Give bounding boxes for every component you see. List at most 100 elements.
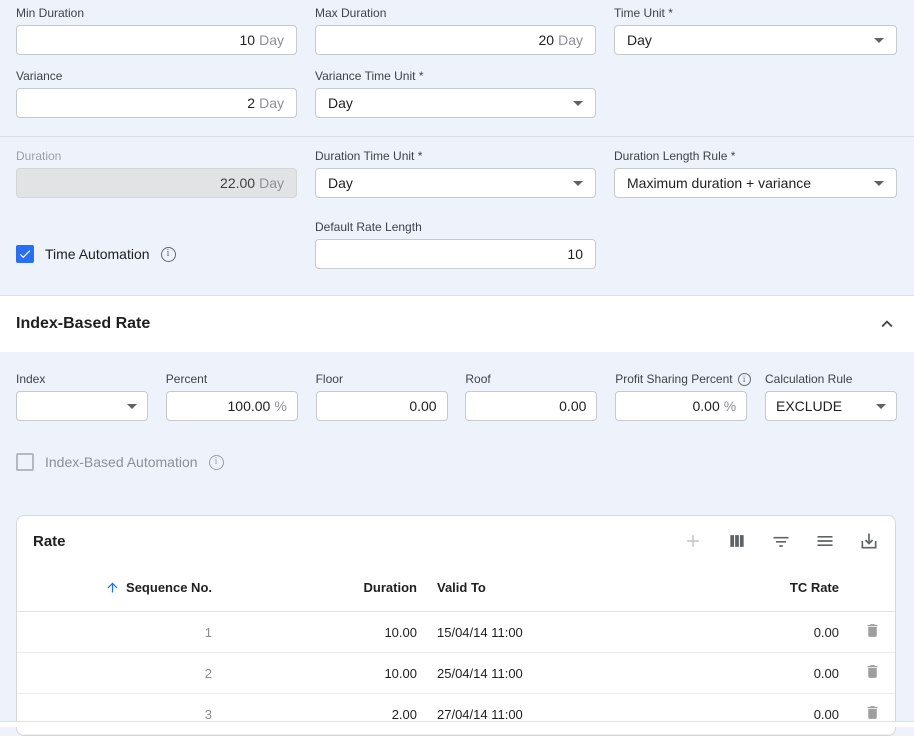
table-row[interactable]: 2 10.00 25/04/14 11:00 0.00 (17, 653, 895, 694)
form-row-2: Variance 2 Day Variance Time Unit * Day (16, 69, 897, 118)
duration-length-rule-select[interactable]: Maximum duration + variance (614, 168, 897, 198)
trash-icon (864, 663, 881, 680)
delete-row-button[interactable] (864, 663, 881, 680)
columns-icon[interactable] (727, 531, 747, 551)
info-icon[interactable] (161, 247, 176, 262)
rate-table-header: Rate (17, 516, 895, 564)
trash-icon (864, 622, 881, 639)
column-header-duration[interactable]: Duration (222, 564, 427, 612)
variance-time-unit-label: Variance Time Unit * (315, 69, 596, 83)
valid-to-cell: 27/04/14 11:00 (427, 694, 682, 735)
field-profit-sharing-percent: Profit Sharing Percent 0.00 % (615, 372, 747, 421)
duration-time-unit-select[interactable]: Day (315, 168, 596, 198)
chevron-down-icon (876, 404, 886, 409)
input-value: 22.00 (220, 175, 255, 191)
percent-label: Percent (166, 372, 298, 386)
page-bottom-divider (0, 721, 914, 727)
field-min-duration: Min Duration 10 Day (16, 6, 297, 55)
min-duration-label: Min Duration (16, 6, 297, 20)
column-label: Valid To (437, 580, 486, 595)
chevron-up-icon (876, 313, 898, 335)
download-icon[interactable] (859, 531, 879, 551)
sort-arrow-up-icon (105, 580, 120, 595)
duration-cell: 2.00 (222, 694, 427, 735)
index-based-rate-section-header: Index-Based Rate (0, 295, 914, 352)
floor-input[interactable]: 0.00 (316, 391, 448, 421)
duration-input: 22.00 Day (16, 168, 297, 198)
table-row[interactable]: 3 2.00 27/04/14 11:00 0.00 (17, 694, 895, 735)
percent-input[interactable]: 100.00 % (166, 391, 298, 421)
profit-sharing-percent-label: Profit Sharing Percent (615, 372, 747, 386)
sequence-cell: 1 (17, 612, 222, 653)
input-value: 100.00 (228, 398, 271, 414)
index-based-automation-label: Index-Based Automation (45, 454, 198, 470)
field-time-automation: Time Automation (16, 220, 297, 269)
tc-rate-cell: 0.00 (682, 653, 849, 694)
min-duration-input[interactable]: 10 Day (16, 25, 297, 55)
valid-to-cell: 15/04/14 11:00 (427, 612, 682, 653)
chevron-down-icon (874, 181, 884, 186)
field-max-duration: Max Duration 20 Day (315, 6, 596, 55)
column-header-sequence[interactable]: Sequence No. (17, 564, 222, 612)
label-text: Profit Sharing Percent (615, 372, 732, 386)
field-duration: Duration 22.00 Day (16, 149, 297, 198)
input-suffix: % (274, 398, 286, 414)
field-duration-time-unit: Duration Time Unit * Day (315, 149, 596, 198)
field-roof: Roof 0.00 (465, 372, 597, 421)
collapse-section-button[interactable] (876, 313, 898, 335)
input-value: 10 (240, 32, 256, 48)
delete-row-button[interactable] (864, 622, 881, 639)
max-duration-input[interactable]: 20 Day (315, 25, 596, 55)
field-default-rate-length: Default Rate Length 10 (315, 220, 596, 269)
index-select[interactable] (16, 391, 148, 421)
input-suffix: % (724, 398, 736, 414)
section-title: Index-Based Rate (16, 315, 150, 333)
field-floor: Floor 0.00 (316, 372, 448, 421)
field-variance: Variance 2 Day (16, 69, 297, 118)
tc-rate-cell: 0.00 (682, 694, 849, 735)
duration-time-unit-label: Duration Time Unit * (315, 149, 596, 163)
input-suffix: Day (558, 32, 583, 48)
variance-label: Variance (16, 69, 297, 83)
input-suffix: Day (259, 175, 284, 191)
column-header-tc-rate[interactable]: TC Rate (682, 564, 849, 612)
input-suffix: Day (259, 95, 284, 111)
field-duration-length-rule: Duration Length Rule * Maximum duration … (614, 149, 897, 198)
field-variance-time-unit: Variance Time Unit * Day (315, 69, 596, 118)
filter-icon[interactable] (771, 531, 791, 551)
roof-input[interactable]: 0.00 (465, 391, 597, 421)
sequence-cell: 2 (17, 653, 222, 694)
calculation-rule-select[interactable]: EXCLUDE (765, 391, 897, 421)
field-time-unit: Time Unit * Day (614, 6, 897, 55)
density-icon[interactable] (815, 531, 835, 551)
field-index: Index (16, 372, 148, 421)
actions-cell (849, 653, 895, 694)
input-value: 0.00 (692, 398, 719, 414)
index-label: Index (16, 372, 148, 386)
default-rate-length-input[interactable]: 10 (315, 239, 596, 269)
select-value: EXCLUDE (776, 398, 842, 414)
delete-row-button[interactable] (864, 704, 881, 721)
actions-cell (849, 612, 895, 653)
duration-cell: 10.00 (222, 612, 427, 653)
info-icon[interactable] (738, 373, 751, 386)
floor-label: Floor (316, 372, 448, 386)
variance-input[interactable]: 2 Day (16, 88, 297, 118)
index-based-automation-checkbox-row: Index-Based Automation (16, 447, 897, 477)
chevron-down-icon (127, 404, 137, 409)
index-fields-row: Index Percent 100.00 % Floor 0.00 Roof 0… (16, 372, 897, 421)
add-row-icon (683, 531, 703, 551)
calculation-rule-label: Calculation Rule (765, 372, 897, 386)
chevron-down-icon (573, 181, 583, 186)
index-based-automation-checkbox (16, 453, 34, 471)
actions-cell (849, 694, 895, 735)
time-unit-select[interactable]: Day (614, 25, 897, 55)
trash-icon (864, 704, 881, 721)
column-header-valid-to[interactable]: Valid To (427, 564, 682, 612)
column-header-actions (849, 564, 895, 612)
profit-sharing-percent-input[interactable]: 0.00 % (615, 391, 747, 421)
variance-time-unit-select[interactable]: Day (315, 88, 596, 118)
field-percent: Percent 100.00 % (166, 372, 298, 421)
table-row[interactable]: 1 10.00 15/04/14 11:00 0.00 (17, 612, 895, 653)
time-automation-checkbox[interactable] (16, 245, 34, 263)
